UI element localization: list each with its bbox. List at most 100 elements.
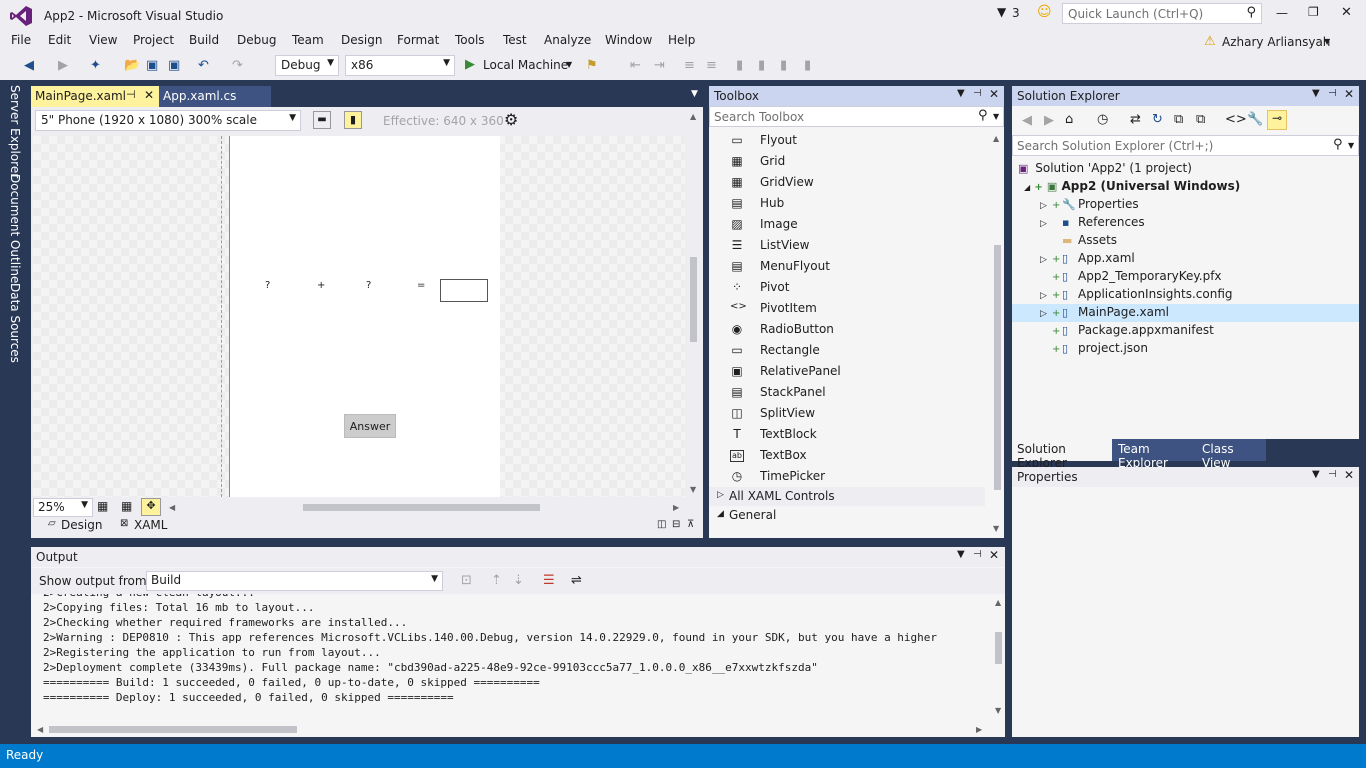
new-project-icon[interactable]: ✦ [90, 58, 101, 74]
hscroll-thumb[interactable] [303, 504, 540, 511]
clear-bookmarks-icon[interactable]: ▮ [804, 58, 811, 74]
tree-item-app-xaml[interactable]: ▷ + ▯ App.xaml [1040, 251, 1135, 269]
menu-window[interactable]: Window [605, 33, 652, 47]
toolbox-item-flyout[interactable]: ▭ Flyout [709, 130, 985, 151]
close-tab-icon[interactable]: ✕ [144, 88, 154, 102]
forward-icon[interactable]: ▶ [1044, 113, 1054, 129]
settings-gear-icon[interactable]: ⚙ [504, 110, 518, 129]
scroll-up-icon[interactable]: ▲ [993, 134, 999, 143]
scroll-left-icon[interactable]: ◀ [169, 503, 175, 512]
comment-icon[interactable]: ≡ [684, 58, 695, 74]
tab-xaml[interactable]: XAML [134, 518, 167, 532]
scroll-up-icon[interactable]: ▲ [690, 112, 696, 121]
scroll-down-icon[interactable]: ▼ [995, 706, 1001, 715]
expand-arrow-icon[interactable]: ▷ [1040, 201, 1052, 211]
answer-button[interactable]: Answer [344, 414, 396, 438]
expand-arrow-icon[interactable]: ▷ [1040, 219, 1052, 229]
close-icon[interactable]: ✕ [1344, 87, 1354, 101]
tree-item-mainpage-xaml[interactable]: ▷ + ▯ MainPage.xaml [1040, 305, 1169, 323]
tab-design[interactable]: Design [61, 518, 102, 532]
home-icon[interactable]: ⌂ [1065, 112, 1073, 128]
show-grid-icon[interactable]: ▦ [97, 499, 108, 513]
pin-icon[interactable]: ⊣ [1328, 469, 1337, 480]
toolbox-item-listview[interactable]: ☰ ListView [709, 235, 985, 256]
menu-format[interactable]: Format [397, 33, 439, 47]
menu-tools[interactable]: Tools [455, 33, 485, 47]
snap-to-lines-icon[interactable]: ✥ [141, 498, 161, 516]
output-hscroll[interactable]: ◀ ▶ [31, 722, 993, 737]
designer-vscroll[interactable]: ▲ ▼ [685, 107, 703, 497]
tab-data-sources[interactable]: Data Sources [8, 283, 22, 363]
tree-item-properties[interactable]: ▷ + 🔧 Properties [1040, 197, 1139, 215]
tab-server-explorer[interactable]: Server Explorer [8, 85, 22, 178]
next-bookmark-icon[interactable]: ▮ [780, 58, 787, 74]
close-icon[interactable]: ✕ [989, 87, 999, 101]
device-select[interactable]: 5" Phone (1920 x 1080) 300% scale ▼ [35, 110, 301, 131]
toolbox-item-rectangle[interactable]: ▭ Rectangle [709, 340, 985, 361]
pin-icon[interactable]: ⊣ [973, 88, 982, 99]
menu-debug[interactable]: Debug [237, 33, 276, 47]
hscroll-thumb[interactable] [49, 726, 297, 733]
tree-item-app2-temporarykey-pfx[interactable]: + ▯ App2_TemporaryKey.pfx [1040, 269, 1222, 287]
uncomment-icon[interactable]: ≡ [706, 58, 717, 74]
tab-solution-explorer[interactable]: Solution Explorer [1012, 439, 1112, 470]
bookmark-icon[interactable]: ▮ [736, 58, 743, 74]
zoom-select[interactable]: 25% ▼ [33, 498, 93, 517]
filter-icon[interactable]: ▼ [997, 5, 1006, 19]
menu-test[interactable]: Test [503, 33, 527, 47]
minimize-button[interactable]: — [1276, 6, 1288, 20]
close-button[interactable]: ✕ [1341, 5, 1352, 20]
close-icon[interactable]: ✕ [989, 548, 999, 562]
tab-document-outline[interactable]: Document Outline [8, 174, 22, 283]
notification-count[interactable]: 3 [1012, 6, 1020, 20]
toolbox-item-pivot[interactable]: ⁘ Pivot [709, 277, 985, 298]
toolbox-item-pivotitem[interactable]: <> PivotItem [709, 298, 985, 319]
tree-item-applicationinsights-config[interactable]: ▷ + ▯ ApplicationInsights.config [1040, 287, 1233, 305]
scroll-up-icon[interactable]: ▲ [995, 598, 1001, 607]
refresh-icon[interactable]: ↻ [1152, 112, 1163, 128]
plus-text[interactable]: + [317, 280, 325, 291]
open-file-icon[interactable]: 📂 [124, 58, 140, 74]
toolbox-item-radiobutton[interactable]: ◉ RadioButton [709, 319, 985, 340]
portrait-toggle[interactable]: ▮ [344, 111, 362, 129]
panel-menu-icon[interactable]: ▼ [957, 549, 965, 560]
view-code-icon[interactable]: <> [1225, 112, 1247, 128]
scroll-thumb[interactable] [994, 245, 1001, 490]
tree-item-references[interactable]: ▷ ▪ References [1040, 215, 1145, 233]
preview-selected-icon[interactable]: ⊸ [1267, 110, 1287, 130]
panel-menu-icon[interactable]: ▼ [1312, 88, 1320, 99]
toolbox-item-hub[interactable]: ▤ Hub [709, 193, 985, 214]
tab-overflow-icon[interactable]: ▼ [691, 89, 698, 99]
solution-config-select[interactable]: Debug ▼ [275, 55, 339, 76]
expand-arrow-icon[interactable]: ▷ [1040, 291, 1052, 301]
toolbox-item-stackpanel[interactable]: ▤ StackPanel [709, 382, 985, 403]
solution-search-input[interactable]: Search Solution Explorer (Ctrl+;) ⚲ ▼ [1012, 135, 1359, 156]
collapse-all-icon[interactable]: ⧉ [1174, 112, 1183, 128]
user-dropdown-icon[interactable]: ▼ [1324, 37, 1330, 46]
tree-item-assets[interactable]: ▬ Assets [1040, 233, 1117, 251]
feedback-smiley-icon[interactable]: ☺ [1037, 4, 1052, 20]
prev-message-icon[interactable]: ⇡ [491, 573, 502, 589]
toolbox-item-grid[interactable]: ▦ Grid [709, 151, 985, 172]
expand-arrow-icon[interactable]: ▷ [1040, 255, 1052, 265]
scroll-down-icon[interactable]: ▼ [993, 524, 999, 533]
toolbox-item-timepicker[interactable]: ◷ TimePicker [709, 466, 985, 487]
landscape-toggle[interactable]: ▬ [313, 111, 331, 129]
find-message-icon[interactable]: ⊡ [461, 573, 472, 589]
answer-textbox[interactable] [440, 279, 488, 302]
scroll-down-icon[interactable]: ▼ [690, 485, 696, 494]
pin-icon[interactable]: ⊣ [126, 88, 136, 101]
page-surface[interactable]: ? + ? = Answer [229, 136, 500, 497]
quick-launch-input[interactable]: Quick Launch (Ctrl+Q) ⚲ [1062, 3, 1262, 24]
split-vertical-icon[interactable]: ◫ [657, 519, 666, 530]
collapse-pane-icon[interactable]: ⊼ [687, 519, 694, 530]
menu-team[interactable]: Team [292, 33, 324, 47]
next-message-icon[interactable]: ⇣ [513, 573, 524, 589]
toolbox-item-gridview[interactable]: ▦ GridView [709, 172, 985, 193]
toolbox-item-splitview[interactable]: ◫ SplitView [709, 403, 985, 424]
scroll-right-icon[interactable]: ▶ [976, 725, 982, 734]
back-icon[interactable]: ◀ [1022, 113, 1032, 129]
redo-icon[interactable]: ↷ [232, 58, 243, 74]
snap-to-grid-icon[interactable]: ▦ [121, 499, 132, 513]
restore-button[interactable]: ❐ [1308, 5, 1319, 19]
